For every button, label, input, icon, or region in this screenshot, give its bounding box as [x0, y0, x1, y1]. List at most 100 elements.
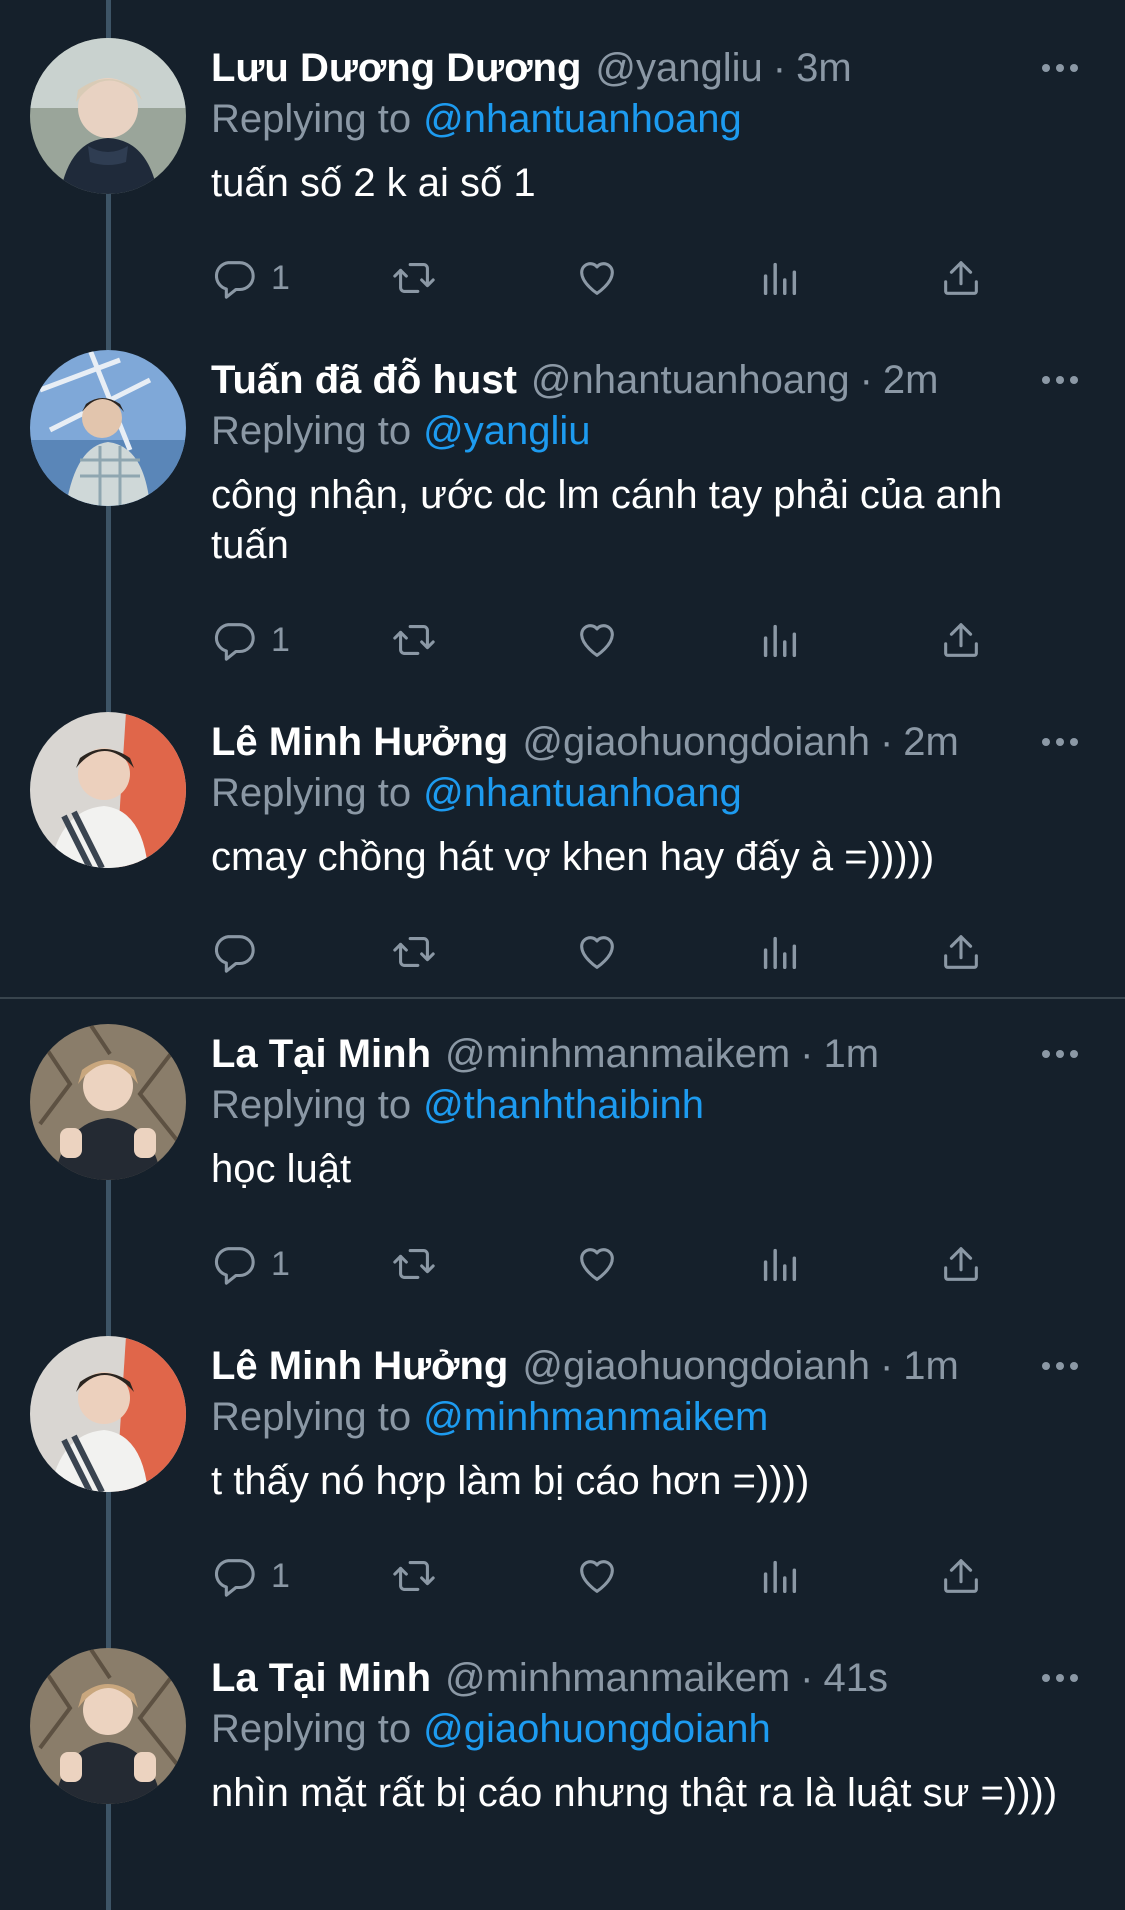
retweet-button[interactable] [391, 929, 437, 975]
more-options-button[interactable] [1035, 1024, 1085, 1084]
mention-link[interactable]: @yangliu [423, 409, 590, 453]
reply-count: 1 [271, 258, 290, 297]
reply-button[interactable]: 1 [211, 1241, 290, 1287]
separator-dot: · [879, 720, 894, 764]
display-name[interactable]: Lê Minh Hưởng [211, 712, 508, 772]
thread-line [106, 0, 111, 38]
user-handle[interactable]: @minhmanmaikem [445, 1648, 790, 1708]
analytics-button[interactable] [756, 617, 802, 663]
user-handle[interactable]: @giaohuongdoianh [522, 712, 870, 772]
replying-label: Replying to [211, 1083, 412, 1127]
retweet-button[interactable] [391, 1241, 437, 1287]
more-options-button[interactable] [1035, 1336, 1085, 1396]
mention-link[interactable]: @thanhthaibinh [423, 1083, 704, 1127]
analytics-button[interactable] [756, 929, 802, 975]
mention-link[interactable]: @minhmanmaikem [423, 1395, 768, 1439]
mention-link[interactable]: @giaohuongdoianh [423, 1707, 771, 1751]
like-button[interactable] [574, 1241, 620, 1287]
reply-icon [214, 935, 255, 973]
more-options-button[interactable] [1035, 38, 1085, 98]
replying-label: Replying to [211, 1707, 412, 1751]
tweet[interactable]: Lê Minh Hưởng @giaohuongdoianh · 1m Repl… [0, 1336, 1125, 1616]
display-name[interactable]: La Tại Minh [211, 1024, 431, 1084]
reply-icon [214, 1247, 255, 1285]
display-name[interactable]: Lê Minh Hưởng [211, 1336, 508, 1396]
tweet-text: t thấy nó hợp làm bị cáo hơn =)))) [211, 1459, 810, 1503]
timestamp[interactable]: 2m [903, 712, 959, 772]
avatar[interactable] [30, 712, 186, 868]
timestamp[interactable]: 2m [883, 350, 939, 410]
like-button[interactable] [574, 1553, 620, 1599]
separator-dot: · [800, 1032, 814, 1076]
separator-dot: · [800, 1656, 814, 1700]
avatar[interactable] [30, 350, 186, 506]
action-bar: 1 [211, 612, 1011, 668]
retweet-button[interactable] [391, 1553, 437, 1599]
share-button[interactable] [938, 1553, 984, 1599]
mention-link[interactable]: @nhantuanhoang [423, 771, 742, 815]
action-bar [211, 924, 1011, 980]
tweet-text: nhìn mặt rất bị cáo nhưng thật ra là luậ… [211, 1771, 1058, 1815]
like-button[interactable] [574, 929, 620, 975]
reply-button[interactable] [211, 929, 271, 975]
user-handle[interactable]: @yangliu [595, 38, 762, 98]
separator-dot: · [772, 46, 787, 90]
replying-label: Replying to [211, 97, 412, 141]
more-horizontal-icon [1042, 64, 1078, 72]
more-options-button[interactable] [1035, 350, 1085, 410]
like-button[interactable] [574, 617, 620, 663]
share-button[interactable] [938, 1241, 984, 1287]
user-handle[interactable]: @giaohuongdoianh [522, 1336, 870, 1396]
tweet[interactable]: Lê Minh Hưởng @giaohuongdoianh · 2m Repl… [0, 712, 1125, 992]
tweet[interactable]: La Tại Minh @minhmanmaikem · 41s Replyin… [0, 1648, 1125, 1910]
tweet-text: học luật [211, 1147, 352, 1191]
mention-link[interactable]: @nhantuanhoang [423, 97, 742, 141]
analytics-button[interactable] [756, 1241, 802, 1287]
retweet-button[interactable] [391, 255, 437, 301]
tweet[interactable]: Lưu Dương Dương @yangliu · 3m Replying t… [0, 38, 1125, 318]
reply-button[interactable]: 1 [211, 255, 290, 301]
analytics-button[interactable] [756, 255, 802, 301]
analytics-icon [763, 1248, 797, 1282]
share-button[interactable] [938, 255, 984, 301]
share-button[interactable] [938, 617, 984, 663]
avatar[interactable] [30, 38, 186, 194]
reply-button[interactable]: 1 [211, 1553, 290, 1599]
display-name[interactable]: Tuấn đã đỗ hust [211, 350, 517, 410]
more-options-button[interactable] [1035, 1648, 1085, 1708]
retweet-icon [393, 1561, 435, 1591]
more-options-button[interactable] [1035, 712, 1085, 772]
like-button[interactable] [574, 255, 620, 301]
share-icon [944, 935, 978, 969]
replying-label: Replying to [211, 771, 412, 815]
reply-button[interactable]: 1 [211, 617, 290, 663]
display-name[interactable]: Lưu Dương Dương [211, 38, 581, 98]
share-icon [944, 1247, 978, 1281]
more-horizontal-icon [1042, 1362, 1078, 1370]
heart-icon [580, 936, 614, 969]
timestamp[interactable]: 1m [823, 1024, 879, 1084]
avatar[interactable] [30, 1024, 186, 1180]
timestamp[interactable]: 1m [903, 1336, 959, 1396]
timestamp[interactable]: 3m [796, 38, 852, 98]
analytics-icon [763, 262, 797, 296]
avatar[interactable] [30, 1336, 186, 1492]
user-handle[interactable]: @nhantuanhoang [531, 350, 850, 410]
tweet[interactable]: La Tại Minh @minhmanmaikem · 1m Replying… [0, 1024, 1125, 1304]
share-button[interactable] [938, 929, 984, 975]
replying-to: Replying to @nhantuanhoang [211, 767, 742, 819]
retweet-button[interactable] [391, 617, 437, 663]
analytics-button[interactable] [756, 1553, 802, 1599]
heart-icon [580, 1560, 614, 1593]
timestamp[interactable]: 41s [823, 1648, 888, 1708]
reply-count: 1 [271, 1244, 290, 1283]
tweet[interactable]: Tuấn đã đỗ hust @nhantuanhoang · 2m Repl… [0, 350, 1125, 670]
user-handle[interactable]: @minhmanmaikem [445, 1024, 790, 1084]
more-horizontal-icon [1042, 1674, 1078, 1682]
heart-icon [580, 624, 614, 657]
avatar[interactable] [30, 1648, 186, 1804]
tweet-text: cmay chồng hát vợ khen hay đấy à =))))) [211, 835, 935, 879]
display-name[interactable]: La Tại Minh [211, 1648, 431, 1708]
separator-dot: · [859, 358, 873, 402]
reply-thread-feed: Lưu Dương Dương @yangliu · 3m Replying t… [0, 0, 1125, 1910]
